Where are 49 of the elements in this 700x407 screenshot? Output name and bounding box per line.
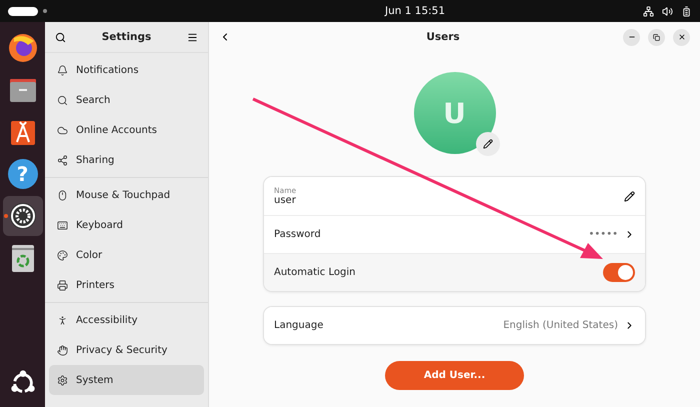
menu-icon[interactable] — [187, 32, 198, 42]
password-label: Password — [274, 229, 322, 240]
browser-icon[interactable] — [8, 33, 38, 63]
workspace-indicator[interactable] — [8, 6, 38, 16]
search-icon[interactable] — [55, 32, 66, 42]
language-value: English (United States) — [503, 320, 618, 331]
sidebar-item[interactable]: Privacy & Security — [49, 335, 204, 365]
sidebar-item[interactable]: Sharing — [49, 145, 204, 175]
sidebar-item-icon — [57, 250, 68, 260]
sidebar-item-icon — [57, 220, 68, 230]
workspace-dot[interactable] — [43, 9, 47, 13]
battery-icon[interactable] — [681, 6, 692, 16]
sidebar-item[interactable]: Search — [49, 85, 204, 115]
sidebar-item-icon — [57, 154, 68, 166]
sidebar-item[interactable]: Keyboard — [49, 210, 204, 240]
sidebar-title: Settings — [102, 31, 152, 43]
sidebar-item[interactable]: Mouse & Touchpad — [49, 180, 204, 210]
page-title: Users — [425, 31, 461, 43]
sidebar-item-icon — [57, 280, 68, 290]
sidebar-item-icon — [57, 64, 68, 76]
sidebar-item[interactable]: Notifications — [49, 55, 204, 85]
password-value: ••••• — [588, 229, 618, 240]
network-icon[interactable] — [643, 6, 654, 16]
sidebar-item-icon — [57, 374, 68, 386]
sidebar-item-icon — [57, 190, 68, 200]
close-icon — [678, 33, 686, 41]
pencil-icon — [482, 139, 492, 149]
sidebar-item[interactable]: System — [49, 365, 204, 395]
sidebar-item-icon — [57, 94, 68, 106]
autologin-switch[interactable] — [603, 263, 635, 282]
sidebar-item[interactable]: Printers — [49, 270, 204, 300]
running-dot — [4, 214, 8, 218]
avatar-initial: U — [443, 96, 466, 130]
edit-icon[interactable] — [624, 190, 635, 202]
close-button[interactable] — [673, 28, 690, 46]
maximize-button[interactable] — [648, 28, 665, 46]
sidebar-item-icon — [57, 314, 68, 326]
restore-icon — [653, 34, 660, 40]
add-user-button[interactable]: Add User... — [385, 361, 524, 390]
sidebar-item-icon — [57, 124, 68, 136]
edit-avatar-button[interactable] — [476, 132, 500, 156]
sidebar-item[interactable]: Accessibility — [49, 305, 204, 335]
sidebar-item-icon — [57, 344, 68, 356]
language-label: Language — [274, 320, 324, 331]
sidebar-item[interactable]: Online Accounts — [49, 115, 204, 145]
name-value: user — [274, 195, 297, 206]
autologin-label: Automatic Login — [274, 267, 356, 278]
volume-icon[interactable] — [662, 6, 673, 16]
sidebar-item[interactable]: Color — [49, 240, 204, 270]
